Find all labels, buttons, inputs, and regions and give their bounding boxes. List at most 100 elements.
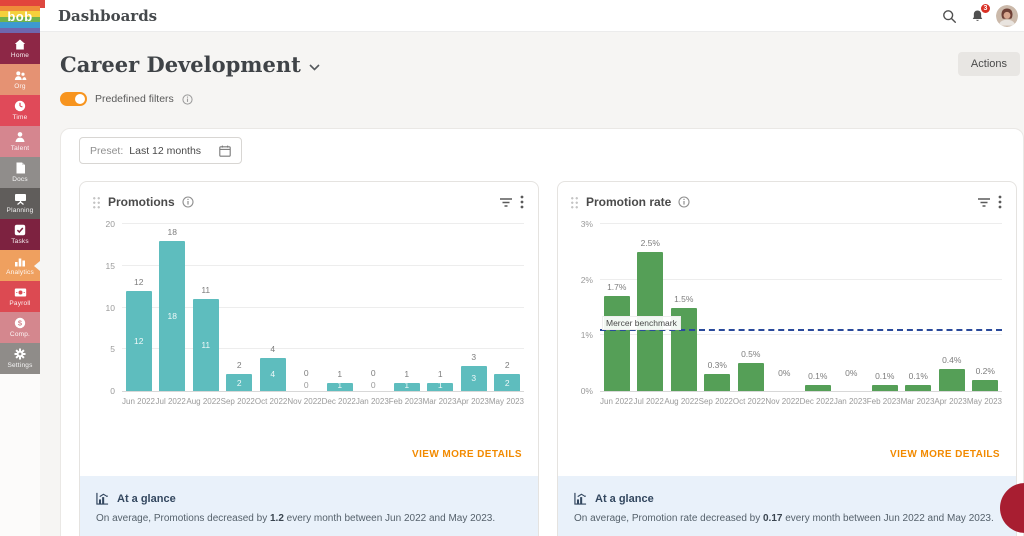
- sidebar-item-label: Time: [12, 114, 27, 121]
- sidebar-item-time[interactable]: Time: [0, 95, 40, 126]
- avatar[interactable]: [996, 5, 1018, 27]
- bar-value-label: 0.1%: [875, 371, 894, 381]
- bar-value-label: 0.2%: [976, 366, 995, 376]
- bar-may-2023[interactable]: [972, 380, 998, 391]
- bar-jun-2022[interactable]: [604, 296, 630, 391]
- bar-column: 22: [491, 225, 525, 391]
- sidebar-item-docs[interactable]: Docs: [0, 157, 40, 188]
- sidebar-item-settings[interactable]: Settings: [0, 343, 40, 374]
- bar-column: 11: [390, 225, 424, 391]
- bar-dec-2022[interactable]: [805, 385, 831, 391]
- bar-value-label: 0.1%: [808, 371, 827, 381]
- kebab-menu-icon[interactable]: [520, 195, 524, 209]
- bar-column: 11: [323, 225, 357, 391]
- bar-column: 44: [256, 225, 290, 391]
- search-icon[interactable]: [940, 7, 958, 25]
- notifications-bell-icon[interactable]: 3: [968, 7, 986, 25]
- bar-column: 33: [457, 225, 491, 391]
- gridline: [122, 223, 524, 224]
- preset-label: Preset:: [90, 145, 123, 157]
- sidebar-item-tasks[interactable]: Tasks: [0, 219, 40, 250]
- sidebar-item-payroll[interactable]: Payroll: [0, 281, 40, 312]
- bars-area: 1.7%2.5%1.5%0.3%0.5%0%0.1%0%0.1%0.1%0.4%…: [600, 225, 1002, 391]
- bar-inside-label: 3: [471, 373, 476, 383]
- view-more-details-link[interactable]: VIEW MORE DETAILS: [890, 449, 1000, 460]
- glance-chart-icon: [96, 492, 109, 505]
- notification-badge: 3: [980, 3, 991, 14]
- x-axis-label: Jan 2023: [834, 397, 867, 406]
- x-axis-label: Oct 2022: [255, 397, 287, 406]
- sidebar-item-org[interactable]: Org: [0, 64, 40, 95]
- bar-mar-2023[interactable]: [905, 385, 931, 391]
- planning-icon: [14, 193, 27, 205]
- sidebar-item-analytics[interactable]: Analytics: [0, 250, 40, 281]
- x-axis-label: Feb 2023: [389, 397, 423, 406]
- sidebar-item-label: Analytics: [6, 269, 34, 276]
- x-axis-label: Oct 2022: [733, 397, 765, 406]
- chevron-down-icon[interactable]: [309, 58, 320, 76]
- x-axis-label: Jun 2022: [600, 397, 633, 406]
- bar-oct-2022[interactable]: [738, 363, 764, 391]
- bar-column: 0.1%: [801, 225, 835, 391]
- sidebar-item-home[interactable]: Home: [0, 33, 40, 64]
- sidebar: Home Org Time Talent Docs Planning Tasks…: [0, 33, 40, 536]
- topbar: Dashboards 3: [0, 0, 1024, 32]
- logo-flag-decoration: [40, 0, 45, 8]
- bar-value-label: 18: [168, 227, 177, 237]
- bar-sep-2022[interactable]: [704, 374, 730, 391]
- at-a-glance-section: At a glance On average, Promotion rate d…: [558, 476, 1016, 536]
- filter-icon[interactable]: [977, 197, 991, 208]
- chart-title: Promotions: [108, 195, 175, 209]
- x-axis-label: Aug 2022: [186, 397, 220, 406]
- bar-column: 0.4%: [935, 225, 969, 391]
- view-more-details-link[interactable]: VIEW MORE DETAILS: [412, 449, 522, 460]
- dashboards-title: Dashboards: [58, 7, 157, 25]
- bar-column: 1.5%: [667, 225, 701, 391]
- predefined-filters-toggle[interactable]: [60, 92, 87, 106]
- sidebar-item-comp[interactable]: $ Comp.: [0, 312, 40, 343]
- at-a-glance-section: At a glance On average, Promotions decre…: [80, 476, 538, 536]
- analytics-icon: [14, 255, 26, 267]
- logo-text: bob: [0, 0, 40, 33]
- x-axis-label: Sep 2022: [221, 397, 255, 406]
- filter-icon[interactable]: [499, 197, 513, 208]
- bar-column: 0.2%: [969, 225, 1003, 391]
- info-icon[interactable]: [182, 196, 194, 208]
- home-icon: [14, 39, 26, 50]
- drag-handle-icon[interactable]: [570, 196, 579, 209]
- sidebar-item-planning[interactable]: Planning: [0, 188, 40, 219]
- bar-apr-2023[interactable]: [939, 369, 965, 391]
- sidebar-item-talent[interactable]: Talent: [0, 126, 40, 157]
- info-icon[interactable]: [678, 196, 690, 208]
- actions-button[interactable]: Actions: [958, 52, 1020, 76]
- x-axis-label: Nov 2022: [765, 397, 799, 406]
- preset-date-filter[interactable]: Preset: Last 12 months: [79, 137, 242, 164]
- dashboard-panel: Preset: Last 12 months Promotions 051015…: [60, 128, 1024, 536]
- y-axis-tick: 3%: [581, 219, 593, 229]
- info-icon[interactable]: [182, 94, 193, 105]
- payroll-icon: [14, 287, 27, 298]
- x-axis-label: Jun 2022: [122, 397, 155, 406]
- bar-column: 0%: [768, 225, 802, 391]
- bar-value-label: 1: [438, 369, 443, 379]
- bar-feb-2023[interactable]: [872, 385, 898, 391]
- bar-inside-label: 0: [371, 380, 376, 390]
- bar-value-label: 2: [237, 360, 242, 370]
- x-axis-label: Jul 2022: [155, 397, 186, 406]
- bar-column: 1111: [189, 225, 223, 391]
- bar-column: 0.5%: [734, 225, 768, 391]
- bar-column: 2.5%: [634, 225, 668, 391]
- bar-value-label: 1.5%: [674, 294, 693, 304]
- bob-logo[interactable]: bob: [0, 0, 40, 33]
- y-axis-tick: 0%: [581, 386, 593, 396]
- kebab-menu-icon[interactable]: [998, 195, 1002, 209]
- sidebar-item-label: Home: [11, 52, 29, 59]
- y-axis-tick: 5: [110, 344, 115, 354]
- x-axis-label: Aug 2022: [664, 397, 698, 406]
- bar-value-label: 0: [371, 368, 376, 378]
- bar-inside-label: 2: [505, 378, 510, 388]
- bar-column: 1.7%: [600, 225, 634, 391]
- bar-column: 1212: [122, 225, 156, 391]
- bar-value-label: 3: [471, 352, 476, 362]
- drag-handle-icon[interactable]: [92, 196, 101, 209]
